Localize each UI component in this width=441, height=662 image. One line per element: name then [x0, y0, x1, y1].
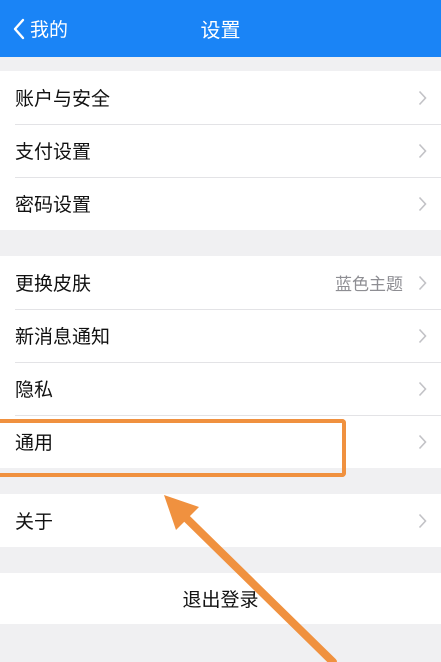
chevron-left-icon [13, 18, 25, 39]
chevron-right-icon [418, 434, 427, 450]
about-item[interactable]: 关于 [0, 494, 441, 547]
about-label: 关于 [15, 511, 54, 533]
change-skin-label: 更换皮肤 [15, 273, 92, 295]
logout-button[interactable]: 退出登录 [0, 573, 441, 624]
chevron-right-icon [418, 143, 427, 159]
nav-bar: 我的 设置 [0, 0, 441, 57]
chevron-right-icon [418, 275, 427, 291]
password-settings-label: 密码设置 [15, 194, 92, 216]
personal-group: 更换皮肤 蓝色主题 新消息通知 隐私 通用 [0, 256, 441, 468]
notifications-item[interactable]: 新消息通知 [0, 309, 441, 362]
change-skin-item[interactable]: 更换皮肤 蓝色主题 [0, 256, 441, 309]
back-label: 我的 [30, 19, 69, 41]
password-settings-item[interactable]: 密码设置 [0, 177, 441, 230]
back-button[interactable]: 我的 [12, 0, 68, 57]
chevron-right-icon [418, 196, 427, 212]
chevron-right-icon [418, 513, 427, 529]
chevron-right-icon [418, 90, 427, 106]
about-group: 关于 [0, 494, 441, 547]
chevron-right-icon [418, 381, 427, 397]
privacy-label: 隐私 [15, 379, 54, 401]
notifications-label: 新消息通知 [15, 326, 111, 348]
privacy-item[interactable]: 隐私 [0, 362, 441, 415]
general-label: 通用 [15, 432, 54, 454]
payment-settings-item[interactable]: 支付设置 [0, 124, 441, 177]
skin-value: 蓝色主题 [335, 275, 403, 295]
account-security-item[interactable]: 账户与安全 [0, 71, 441, 124]
payment-settings-label: 支付设置 [15, 141, 92, 163]
account-security-label: 账户与安全 [15, 88, 111, 110]
general-item[interactable]: 通用 [0, 415, 441, 468]
chevron-right-icon [418, 328, 427, 344]
security-group: 账户与安全 支付设置 密码设置 [0, 71, 441, 230]
